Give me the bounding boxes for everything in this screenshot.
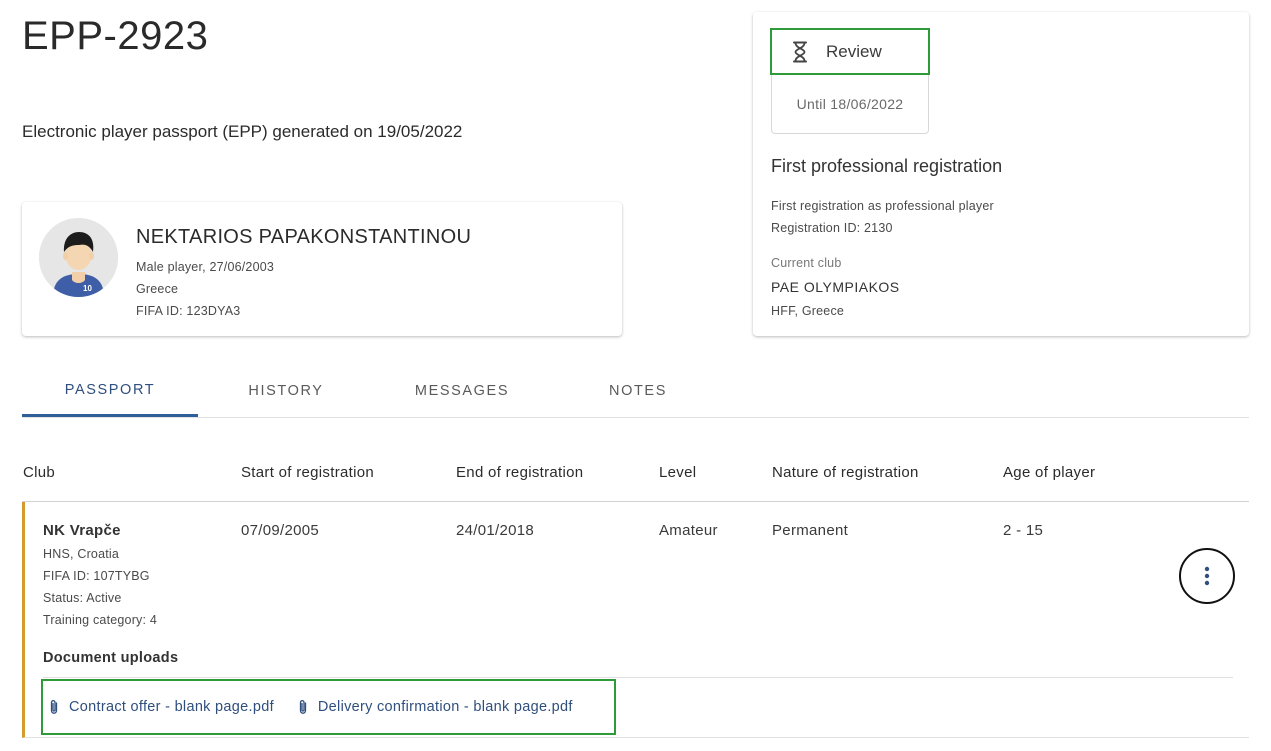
row-club-status: Status: Active [43,591,122,605]
column-header-club: Club [23,464,56,481]
hourglass-icon [793,41,807,62]
column-header-level: Level [659,464,697,481]
player-country: Greece [136,282,179,296]
column-header-nature: Nature of registration [772,464,919,481]
paperclip-icon [299,699,307,714]
shirt-number: 10 [83,284,92,293]
document-divider [43,677,1233,678]
document-uploads-list: Contract offer - blank page.pdf Delivery… [41,679,616,735]
registration-id: Registration ID: 2130 [771,221,893,235]
tab-messages[interactable]: MESSAGES [374,365,550,417]
registration-heading: First professional registration [771,156,1003,176]
row-age: 2 - 15 [1003,522,1044,539]
row-end-date: 24/01/2018 [456,522,535,539]
review-status-badge[interactable]: Review [770,28,930,75]
column-header-age: Age of player [1003,464,1096,481]
row-club-association: HNS, Croatia [43,547,120,561]
paperclip-icon [50,699,58,714]
player-fifa-id: FIFA ID: 123DYA3 [136,304,241,318]
tab-passport[interactable]: PASSPORT [22,365,198,417]
row-club-fifa-id: FIFA ID: 107TYBG [43,569,150,583]
document-name: Delivery confirmation - blank page.pdf [317,699,573,715]
player-details: Male player, 27/06/2003 [136,260,275,274]
current-club-association: HFF, Greece [771,304,845,318]
current-club-label: Current club [771,256,842,270]
page-subtitle: Electronic player passport (EPP) generat… [22,122,463,141]
document-uploads-heading: Document uploads [43,650,179,666]
column-header-start: Start of registration [241,464,375,481]
table-row: NK Vrapče HNS, Croatia FIFA ID: 107TYBG … [22,502,1249,738]
tab-history[interactable]: HISTORY [198,365,374,417]
row-training-category: Training category: 4 [43,613,158,627]
row-nature: Permanent [772,522,849,539]
document-link-delivery-confirmation[interactable]: Delivery confirmation - blank page.pdf [296,699,573,715]
document-name: Contract offer - blank page.pdf [69,699,274,715]
current-club-name: PAE OLYMPIAKOS [771,279,900,295]
player-avatar-icon: 10 [39,218,118,297]
more-vert-icon [1204,566,1210,586]
registration-description: First registration as professional playe… [771,199,994,213]
row-level: Amateur [659,522,718,539]
review-until-date: Until 18/06/2022 [771,75,929,134]
row-club-name: NK Vrapče [43,522,121,539]
tab-notes[interactable]: NOTES [550,365,726,417]
status-card: Review Until 18/06/2022 First profession… [753,12,1249,336]
row-more-options-button[interactable] [1179,548,1235,604]
player-name: NEKTARIOS PAPAKONSTANTINOU [136,226,472,248]
row-start-date: 07/09/2005 [241,522,320,539]
tab-bar: PASSPORT HISTORY MESSAGES NOTES [22,365,1249,418]
page-title: EPP-2923 [22,14,209,58]
document-link-contract-offer[interactable]: Contract offer - blank page.pdf [47,699,274,715]
player-card: 10 NEKTARIOS PAPAKONSTANTINOU Male playe… [22,202,622,336]
column-header-end: End of registration [456,464,584,481]
registration-table-header: Club Start of registration End of regist… [22,450,1249,502]
player-avatar: 10 [39,218,118,297]
review-status-label: Review [826,41,882,61]
